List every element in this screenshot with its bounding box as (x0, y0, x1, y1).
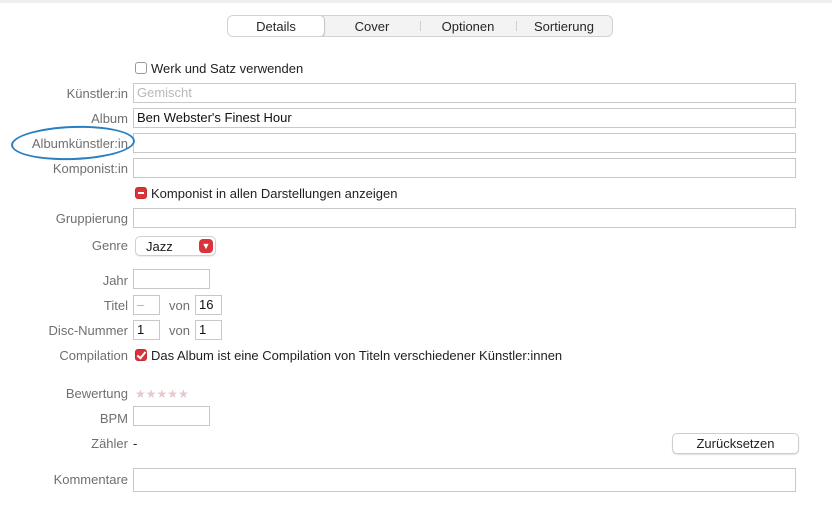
track-total-input[interactable]: 16 (195, 295, 222, 315)
rating-label: Bewertung (65, 386, 128, 401)
album-artist-input[interactable] (133, 133, 796, 153)
artist-label: Künstler:in (66, 86, 128, 101)
show-composer-label: Komponist in allen Darstellungen anzeige… (151, 186, 398, 201)
compilation-checkbox-label: Das Album ist eine Compilation von Titel… (151, 348, 563, 363)
annotation-circle (10, 123, 136, 163)
genre-label: Genre (91, 238, 128, 253)
window-top-edge (0, 0, 832, 3)
artist-input[interactable]: Gemischt (133, 83, 796, 103)
composer-label: Komponist:in (52, 161, 128, 176)
year-input[interactable] (133, 269, 210, 289)
genre-value: Jazz (146, 239, 173, 254)
tab-cover[interactable]: Cover (324, 16, 420, 36)
disc-total-input[interactable]: 1 (195, 320, 222, 340)
chevron-down-icon: ▼ (199, 239, 213, 253)
tab-bar: Details Cover Optionen Sortierung (227, 15, 613, 37)
year-label: Jahr (102, 273, 128, 288)
grouping-input[interactable] (133, 208, 796, 228)
album-input[interactable]: Ben Webster's Finest Hour (133, 108, 796, 128)
tab-details[interactable]: Details (228, 16, 325, 36)
compilation-checkbox[interactable] (135, 349, 147, 361)
composer-input[interactable] (133, 158, 796, 178)
track-number-input[interactable]: – (133, 295, 160, 315)
reset-button[interactable]: Zurücksetzen (672, 433, 799, 454)
bpm-label: BPM (99, 411, 128, 426)
track-label: Titel (103, 298, 128, 313)
rating-stars[interactable]: ★★★★★ (135, 387, 189, 401)
show-composer-checkbox[interactable] (135, 187, 147, 199)
play-count-label: Zähler (91, 436, 128, 451)
disc-label: Disc-Nummer (48, 323, 128, 338)
disc-of-label: von (169, 323, 190, 338)
genre-popup[interactable]: Jazz ▼ (135, 236, 216, 256)
work-movement-label: Werk und Satz verwenden (151, 61, 304, 76)
track-of-label: von (169, 298, 190, 313)
tab-optionen[interactable]: Optionen (420, 16, 516, 36)
grouping-label: Gruppierung (55, 211, 128, 226)
comments-label: Kommentare (53, 472, 128, 487)
tab-sortierung[interactable]: Sortierung (516, 16, 612, 36)
play-count-value: - (133, 436, 138, 451)
disc-number-input[interactable]: 1 (133, 320, 160, 340)
work-movement-checkbox[interactable] (135, 62, 147, 74)
comments-input[interactable] (133, 468, 796, 492)
compilation-label: Compilation (59, 348, 128, 363)
album-label: Album (91, 111, 128, 126)
bpm-input[interactable] (133, 406, 210, 426)
